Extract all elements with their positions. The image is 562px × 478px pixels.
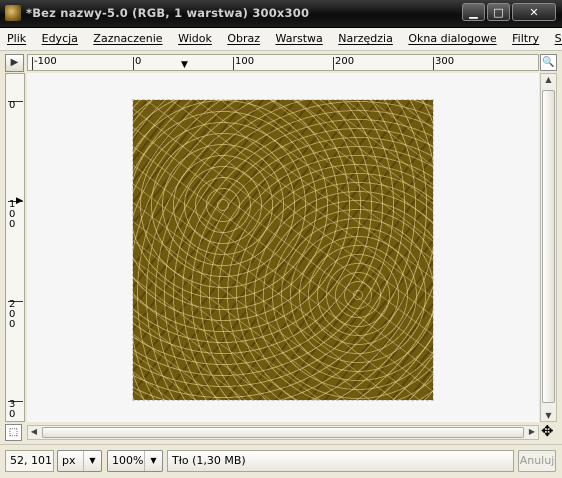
menu-obraz[interactable]: Obraz: [220, 28, 265, 50]
play-triangle-icon[interactable]: ▶: [5, 54, 24, 72]
vertical-scrollbar[interactable]: ▲ ▼: [540, 73, 557, 422]
ruler-label: 0: [9, 100, 16, 111]
menu-plik[interactable]: Plik: [0, 28, 31, 50]
ruler-label: 300: [435, 56, 455, 67]
scroll-down-icon[interactable]: ▼: [541, 411, 556, 420]
cancel-button[interactable]: Anuluj: [518, 450, 556, 472]
status-message: Tło (1,30 MB): [167, 450, 514, 472]
ruler-label: 200: [335, 56, 355, 67]
ruler-label: 100: [235, 56, 255, 67]
ruler-label: 0: [135, 56, 142, 67]
ruler-label: 200: [9, 299, 16, 330]
scroll-up-icon[interactable]: ▲: [541, 75, 556, 84]
unit-dropdown[interactable]: px ▼: [57, 450, 102, 472]
menu-warstwa[interactable]: Warstwa: [269, 28, 328, 50]
ruler-tick: [32, 57, 33, 70]
menu-script-fu[interactable]: Script-Fu: [548, 28, 562, 50]
image-canvas[interactable]: [27, 73, 539, 422]
menu-widok[interactable]: Widok: [171, 28, 217, 50]
scroll-right-icon[interactable]: ▶: [526, 427, 538, 436]
horizontal-scroll-thumb[interactable]: [42, 427, 524, 438]
chevron-down-icon[interactable]: ▼: [83, 451, 101, 471]
move-cross-icon[interactable]: ✥: [541, 423, 554, 440]
horizontal-ruler[interactable]: -100 0 100 200 300 ▼: [27, 54, 539, 71]
zoom-value: 100%: [112, 454, 144, 467]
pointer-marker-icon: ▼: [181, 60, 188, 70]
unit-value: px: [62, 454, 76, 467]
horizontal-scroll-row: ⬚ ◀ ▶ ✥: [0, 422, 562, 442]
status-bar: 52, 101 px ▼ 100% ▼ Tło (1,30 MB) Anuluj: [0, 444, 562, 478]
menu-bar: Plik Edycja Zaznaczenie Widok Obraz Wars…: [0, 28, 562, 51]
title-bar[interactable]: *Bez nazwy-5.0 (RGB, 1 warstwa) 300x300 …: [0, 0, 562, 28]
minimize-button[interactable]: ▁: [462, 3, 485, 21]
menu-filtry[interactable]: Filtry: [505, 28, 544, 50]
chevron-down-icon[interactable]: ▼: [144, 451, 162, 471]
ruler-label: 300: [9, 400, 16, 420]
ruler-label: -100: [34, 56, 57, 67]
menu-zaznaczenie[interactable]: Zaznaczenie: [86, 28, 167, 50]
close-button[interactable]: ✕: [512, 3, 556, 21]
menu-okna-dialogowe[interactable]: Okna dialogowe: [401, 28, 501, 50]
menu-edycja[interactable]: Edycja: [35, 28, 83, 50]
pointer-coordinates: 52, 101: [5, 450, 54, 472]
horizontal-scrollbar[interactable]: ◀ ▶: [27, 425, 539, 440]
ruler-tick: [333, 57, 334, 70]
image-layer[interactable]: [132, 99, 434, 401]
vertical-ruler[interactable]: 0 100 200 300 ▶: [5, 73, 25, 422]
zoom-dropdown[interactable]: 100% ▼: [107, 450, 163, 472]
maximize-button[interactable]: □: [487, 3, 510, 21]
window-title: *Bez nazwy-5.0 (RGB, 1 warstwa) 300x300: [26, 6, 310, 20]
ruler-tick: [133, 57, 134, 70]
magnifier-icon[interactable]: 🔍: [540, 54, 557, 71]
app-icon[interactable]: [5, 5, 21, 21]
scroll-left-icon[interactable]: ◀: [28, 427, 40, 436]
menu-narzedzia[interactable]: Narzędzia: [331, 28, 398, 50]
quick-mask-icon[interactable]: ⬚: [5, 424, 22, 441]
image-window-body: ▶ -100 0 100 200 300 ▼ 🔍 0 100 200 300 ▶…: [0, 51, 562, 444]
pointer-marker-icon: ▶: [16, 196, 23, 206]
ruler-tick: [433, 57, 434, 70]
vertical-scroll-thumb[interactable]: [542, 90, 555, 403]
ruler-tick: [233, 57, 234, 70]
